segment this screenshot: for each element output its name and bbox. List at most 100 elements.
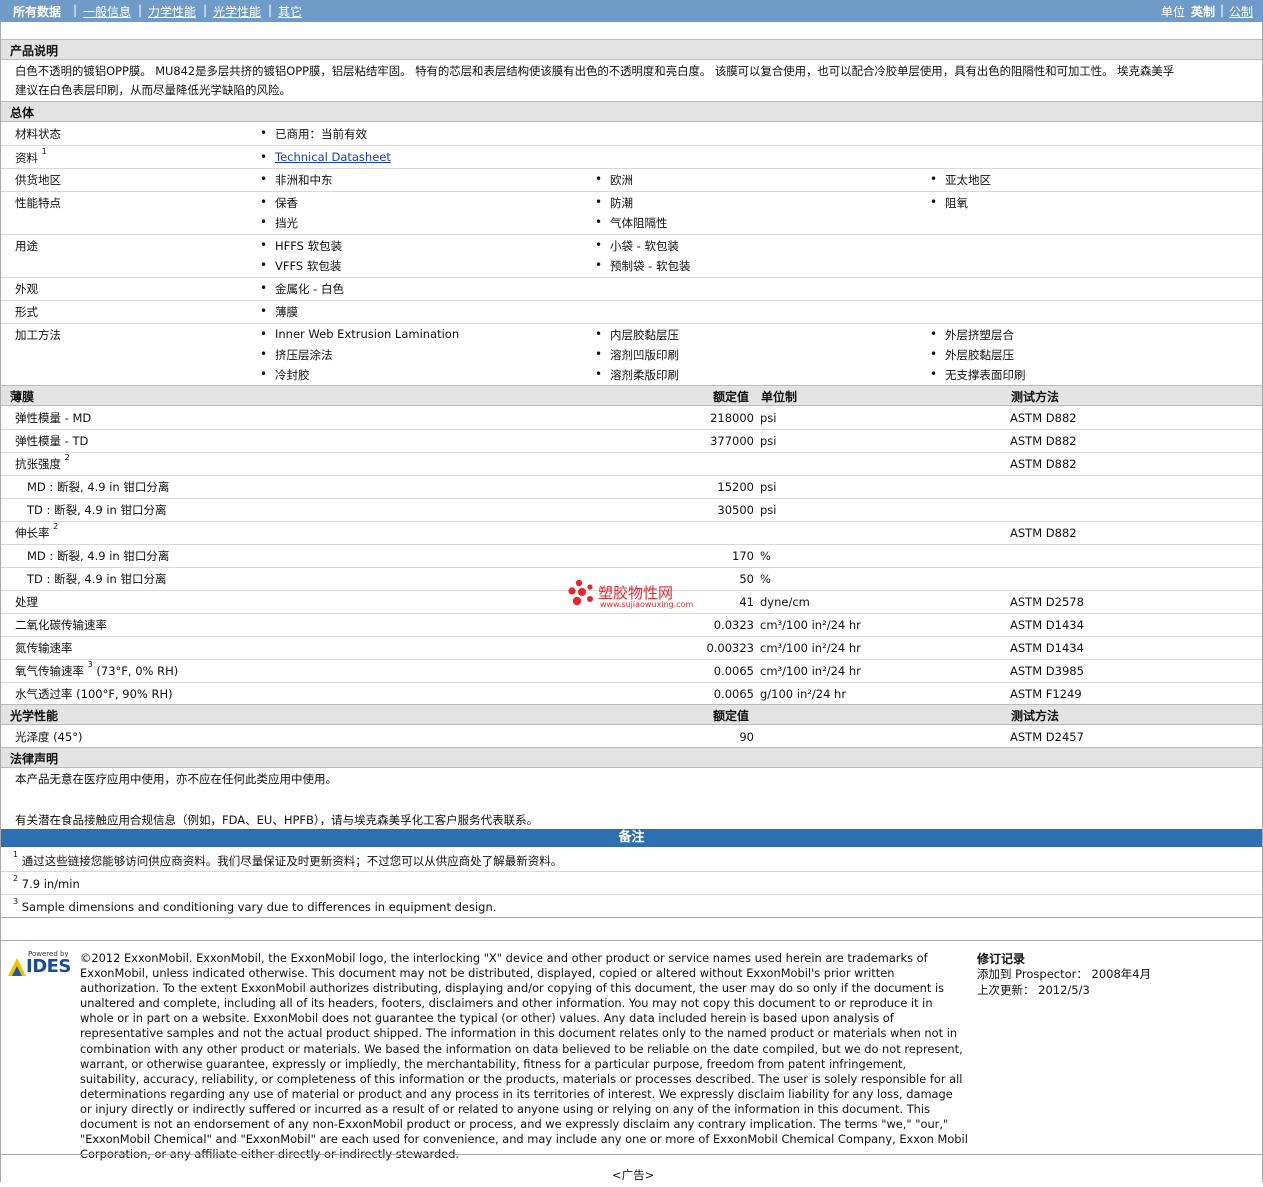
notes-header: 备注 bbox=[1, 829, 1262, 847]
ides-logo: Powered by IDES bbox=[8, 950, 72, 980]
row-divider bbox=[1, 894, 1262, 895]
row-label: TD : 断裂, 4.9 in 钳口分离 bbox=[27, 503, 167, 517]
nav-sep: | bbox=[138, 3, 143, 17]
row-label: 加工方法 bbox=[15, 328, 61, 342]
note-item: 3 Sample dimensions and conditioning var… bbox=[13, 897, 497, 914]
row-label: 氧气传输速率 3 (73°F, 0% RH) bbox=[15, 660, 179, 678]
row-label: MD : 断裂, 4.9 in 钳口分离 bbox=[27, 549, 170, 563]
row-divider bbox=[1, 613, 1262, 614]
units-label: 单位 bbox=[1161, 5, 1186, 19]
nav-optical[interactable]: 光学性能 bbox=[213, 3, 261, 20]
row-value: 15200 bbox=[717, 480, 754, 494]
row-value: 挡光 bbox=[260, 215, 298, 231]
section-title: 总体 bbox=[10, 106, 35, 120]
legal-line1: 本产品无意在医疗应用中使用，亦不应在任何此类应用中使用。 bbox=[15, 772, 337, 786]
watermark-logo-icon bbox=[568, 578, 598, 608]
copyright-notice: ©2012 ExxonMobil. ExxonMobil, the ExxonM… bbox=[80, 951, 968, 1162]
row-label: 伸长率 2 bbox=[15, 522, 59, 540]
row-divider bbox=[1, 682, 1262, 683]
row-label: 外观 bbox=[15, 282, 38, 296]
row-divider bbox=[1, 521, 1262, 522]
row-value: HFFS 软包装 bbox=[260, 238, 342, 254]
row-value: 冷封胶 bbox=[260, 367, 309, 383]
row-method: ASTM D1434 bbox=[1010, 618, 1084, 632]
row-divider bbox=[1, 498, 1262, 499]
note-item: 2 7.9 in/min bbox=[13, 874, 80, 891]
section-title: 薄膜 bbox=[10, 390, 35, 404]
row-label: 用途 bbox=[15, 239, 38, 253]
row-value: VFFS 软包装 bbox=[260, 258, 341, 274]
row-label: 弹性模量 - MD bbox=[15, 411, 92, 425]
row-method: ASTM D882 bbox=[1010, 411, 1077, 425]
ides-mark-icon bbox=[8, 958, 26, 976]
row-divider bbox=[1, 234, 1262, 235]
revision-added: 添加到 Prospector： 2008年4月 bbox=[977, 967, 1152, 981]
row-value: 阻氧 bbox=[930, 195, 968, 211]
row-divider bbox=[1, 277, 1262, 278]
row-value: 气体阻隔性 bbox=[595, 215, 667, 231]
row-unit: psi bbox=[760, 434, 777, 448]
section-title: 光学性能 bbox=[10, 709, 59, 723]
row-divider bbox=[1, 871, 1262, 872]
row-label: 性能特点 bbox=[15, 196, 61, 210]
row-value: 0.0323 bbox=[713, 618, 754, 632]
row-value: 0.0065 bbox=[713, 664, 754, 678]
row-divider bbox=[1, 452, 1262, 453]
row-label: 抗张强度 2 bbox=[15, 453, 70, 471]
row-value: 外层胶黏层压 bbox=[930, 347, 1014, 363]
row-divider bbox=[1, 567, 1262, 568]
section-title: 法律声明 bbox=[10, 752, 59, 766]
nav-other[interactable]: 其它 bbox=[278, 3, 302, 20]
revision-updated: 上次更新： 2012/5/3 bbox=[977, 983, 1090, 997]
row-value: 0.0065 bbox=[713, 687, 754, 701]
row-value: 218000 bbox=[710, 411, 754, 425]
row-value: 溶剂柔版印刷 bbox=[595, 367, 679, 383]
row-label: 处理 bbox=[15, 595, 38, 609]
ad-label[interactable]: <广告> bbox=[612, 1167, 654, 1183]
row-unit: psi bbox=[760, 480, 777, 494]
unit-metric[interactable]: 公制 bbox=[1229, 3, 1253, 20]
row-unit: psi bbox=[760, 411, 777, 425]
row-value: 0.00323 bbox=[706, 641, 754, 655]
row-label: 供货地区 bbox=[15, 173, 61, 187]
note-item: 1 通过这些链接您能够访问供应商资料。我们尽量保证及时更新资料；不过您可以从供应… bbox=[13, 850, 563, 868]
row-label: 弹性模量 - TD bbox=[15, 434, 89, 448]
row-method: ASTM D882 bbox=[1010, 457, 1077, 471]
row-value: 小袋 - 软包装 bbox=[595, 238, 679, 254]
row-method: ASTM F1249 bbox=[1010, 687, 1082, 701]
row-unit: cm³/100 in²/24 hr bbox=[760, 664, 861, 678]
technical-datasheet-link[interactable]: Technical Datasheet bbox=[260, 150, 391, 164]
section-optical: 光学性能 额定值 测试方法 bbox=[1, 704, 1262, 725]
row-value: 377000 bbox=[710, 434, 754, 448]
top-nav: 所有数据 | 一般信息 | 力学性能 | 光学性能 | 其它 单位 英制 | 公… bbox=[0, 0, 1263, 22]
section-product: 产品说明 bbox=[1, 39, 1262, 60]
section-general: 总体 bbox=[1, 101, 1262, 122]
row-method: ASTM D2578 bbox=[1010, 595, 1084, 609]
row-value: 亚太地区 bbox=[930, 172, 991, 188]
row-unit: % bbox=[760, 549, 771, 563]
section-legal: 法律声明 bbox=[1, 747, 1262, 768]
row-value: 90 bbox=[739, 730, 754, 744]
unit-english[interactable]: 英制 bbox=[1191, 3, 1215, 20]
row-divider bbox=[1, 1154, 1262, 1155]
row-method: ASTM D2457 bbox=[1010, 730, 1084, 744]
row-value: 预制袋 - 软包装 bbox=[595, 258, 691, 274]
col-header-unit: 单位制 bbox=[761, 390, 798, 404]
section-title: 产品说明 bbox=[10, 44, 59, 58]
row-label: 二氧化碳传输速率 bbox=[15, 618, 107, 632]
row-divider bbox=[1, 323, 1262, 324]
nav-all-data[interactable]: 所有数据 bbox=[13, 3, 61, 20]
row-unit: cm³/100 in²/24 hr bbox=[760, 618, 861, 632]
row-divider bbox=[1, 145, 1262, 146]
row-value: 170 bbox=[732, 549, 754, 563]
row-value: 非洲和中东 bbox=[260, 172, 332, 188]
row-label: 光泽度 (45°) bbox=[15, 730, 83, 744]
row-label: 形式 bbox=[15, 305, 38, 319]
row-value: 30500 bbox=[717, 503, 754, 517]
nav-mechanical[interactable]: 力学性能 bbox=[148, 3, 196, 20]
row-unit: psi bbox=[760, 503, 777, 517]
row-divider bbox=[1, 917, 1262, 918]
row-label: 资料 1 bbox=[15, 147, 47, 165]
row-divider bbox=[1, 940, 1262, 941]
nav-general[interactable]: 一般信息 bbox=[83, 3, 131, 20]
